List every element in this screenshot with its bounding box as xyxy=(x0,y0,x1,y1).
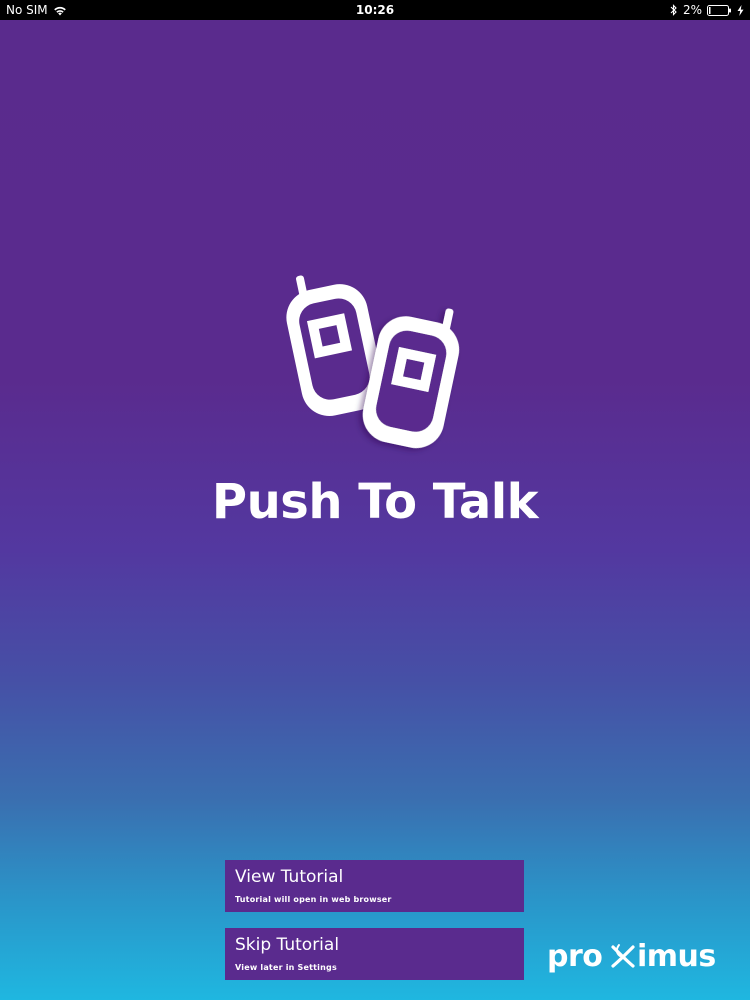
bluetooth-icon xyxy=(670,4,677,16)
walkie-talkie-icon xyxy=(286,275,460,449)
view-tutorial-label: View Tutorial xyxy=(235,867,344,887)
svg-text:pro: pro xyxy=(547,939,602,974)
view-tutorial-button[interactable]: View Tutorial Tutorial will open in web … xyxy=(225,860,524,912)
view-tutorial-sublabel: Tutorial will open in web browser xyxy=(235,895,392,904)
skip-tutorial-button[interactable]: Skip Tutorial View later in Settings xyxy=(225,928,524,980)
status-bar: No SIM 10:26 2% xyxy=(0,0,750,20)
svg-text:imus: imus xyxy=(637,939,716,974)
proximus-logo: pro imus xyxy=(547,939,716,974)
status-right: 2% xyxy=(670,0,744,20)
battery-icon xyxy=(707,4,731,16)
charging-bolt-icon xyxy=(737,4,744,16)
clock: 10:26 xyxy=(355,3,395,17)
battery-percent: 2% xyxy=(682,3,702,17)
proximus-x-mark xyxy=(611,944,635,968)
skip-tutorial-label: Skip Tutorial xyxy=(235,935,340,955)
app-title: Push To Talk xyxy=(211,474,539,530)
walkie-talkie-front xyxy=(362,308,460,449)
skip-tutorial-sublabel: View later in Settings xyxy=(235,963,337,972)
